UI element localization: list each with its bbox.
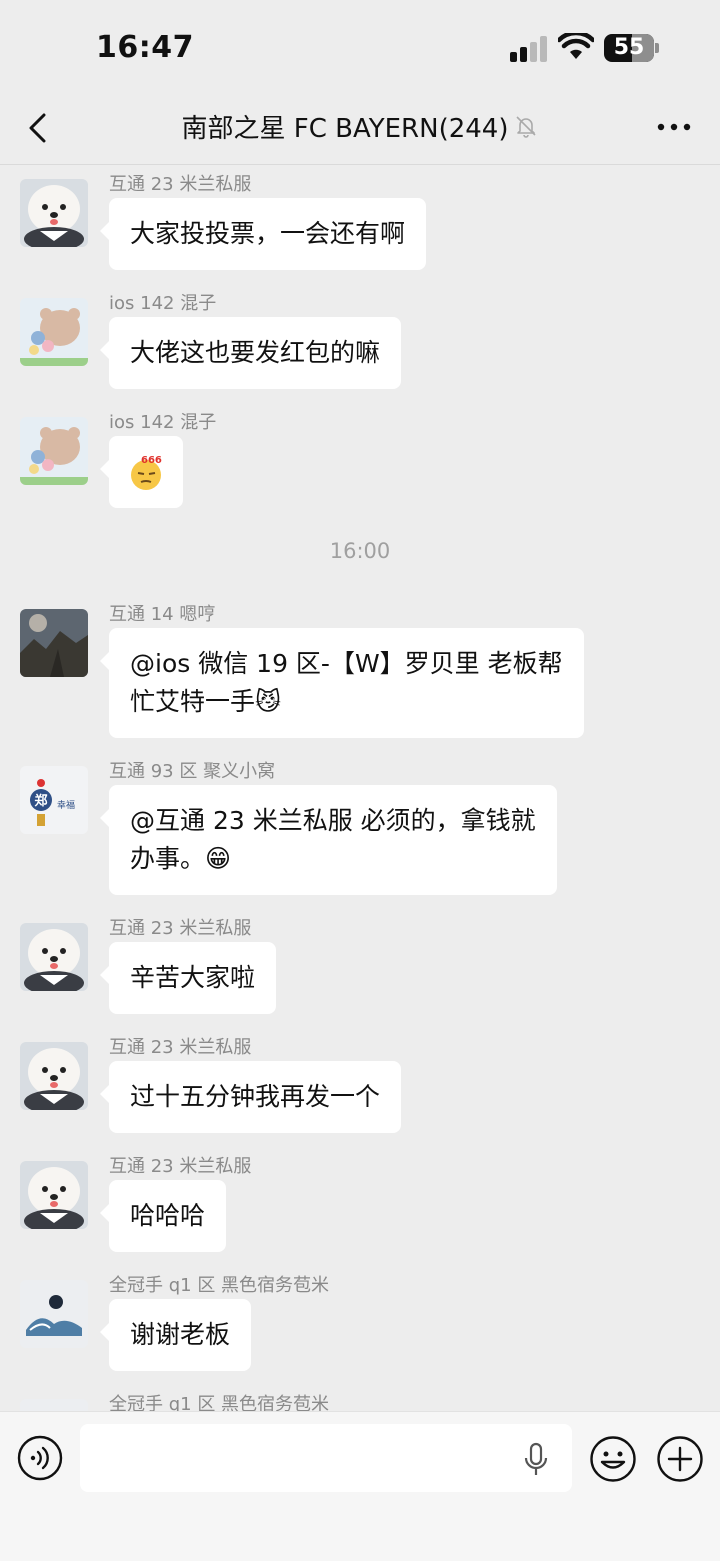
bear-bouquet-avatar[interactable] — [20, 417, 88, 485]
bear-bouquet-avatar[interactable] — [20, 298, 88, 366]
message-bubble[interactable]: 大家投投票，一会还有啊 — [99, 198, 427, 270]
666-emoji-icon: 666 — [131, 455, 162, 490]
sender-name: 互通 23 米兰私服 — [109, 174, 252, 195]
message-bubble[interactable]: 666 — [100, 436, 183, 508]
sender-name: ios 142 混子 — [109, 293, 217, 314]
mic-icon[interactable] — [522, 1442, 550, 1478]
message-bubble[interactable]: 辛苦大家啦 — [99, 942, 277, 1014]
message-bubble[interactable]: 哈哈哈 — [99, 1180, 227, 1252]
scenery-avatar[interactable] — [20, 609, 88, 677]
message-bubble[interactable]: @ios 微信 19 区-【W】罗贝里 老板帮 忙艾特一手😼 — [100, 628, 584, 738]
battery-icon: 55 — [604, 34, 654, 62]
wifi-icon — [558, 33, 594, 59]
input-bar — [0, 1411, 720, 1561]
sender-name: 互通 23 米兰私服 — [109, 1156, 252, 1177]
zheng-avatar[interactable]: 郑 幸福 — [20, 766, 88, 834]
dog-avatar[interactable] — [20, 1161, 88, 1229]
svg-text:郑: 郑 — [34, 793, 47, 809]
more-icon[interactable] — [654, 110, 694, 144]
dog-avatar[interactable] — [20, 179, 88, 247]
svg-text:666: 666 — [141, 455, 162, 466]
svg-text:幸福: 幸福 — [57, 799, 75, 811]
sender-name: 互通 23 米兰私服 — [109, 918, 252, 939]
battery-level: 55 — [613, 35, 645, 60]
dog-avatar[interactable] — [20, 923, 88, 991]
cellular-signal-icon — [510, 36, 548, 62]
status-bar: 16:47 55 — [0, 0, 720, 96]
sender-name: 全冠手 q1 区 黑色宿务苞米 — [109, 1394, 330, 1411]
plus-icon[interactable] — [656, 1435, 704, 1483]
wave-avatar[interactable] — [20, 1399, 88, 1411]
message-bubble[interactable]: 大佬这也要发红包的嘛 — [99, 317, 402, 389]
voice-icon[interactable] — [17, 1435, 63, 1481]
sender-name: 全冠手 q1 区 黑色宿务苞米 — [109, 1275, 330, 1296]
mute-icon — [516, 116, 537, 138]
chat-header: 南部之星 FC BAYERN(244) — [0, 96, 720, 165]
message-input[interactable] — [80, 1424, 572, 1492]
timestamp-divider: 16:00 — [329, 539, 391, 563]
sender-name: ios 142 混子 — [109, 412, 217, 433]
message-bubble[interactable]: @互通 23 米兰私服 必须的，拿钱就 办事。😁 — [100, 785, 557, 895]
dog-avatar[interactable] — [20, 1042, 88, 1110]
message-list[interactable]: 互通 23 米兰私服 大家投投票，一会还有啊 ios 142 混子 大佬这也要发… — [0, 165, 720, 1411]
sender-name: 互通 93 区 聚义小窝 — [109, 761, 276, 782]
sender-name: 互通 23 米兰私服 — [109, 1037, 252, 1058]
message-bubble[interactable]: 过十五分钟我再发一个 — [99, 1061, 402, 1133]
wave-avatar[interactable] — [20, 1280, 88, 1348]
chat-title: 南部之星 FC BAYERN(244) — [181, 113, 509, 144]
sender-name: 互通 14 嗯哼 — [109, 604, 216, 625]
emoji-icon[interactable] — [589, 1435, 637, 1483]
status-time: 16:47 — [96, 30, 194, 65]
message-bubble[interactable]: 谢谢老板 — [99, 1299, 252, 1371]
